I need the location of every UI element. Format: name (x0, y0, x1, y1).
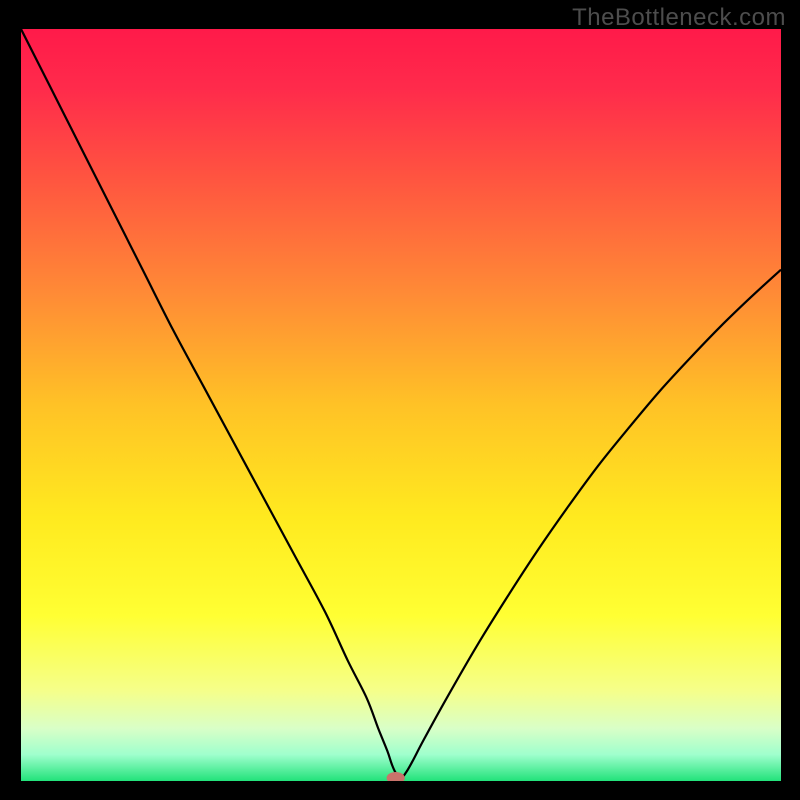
chart-frame: TheBottleneck.com (0, 0, 800, 800)
bottleneck-chart (21, 29, 781, 781)
gradient-background (21, 29, 781, 781)
watermark-text: TheBottleneck.com (572, 4, 786, 32)
plot-area (21, 29, 781, 781)
